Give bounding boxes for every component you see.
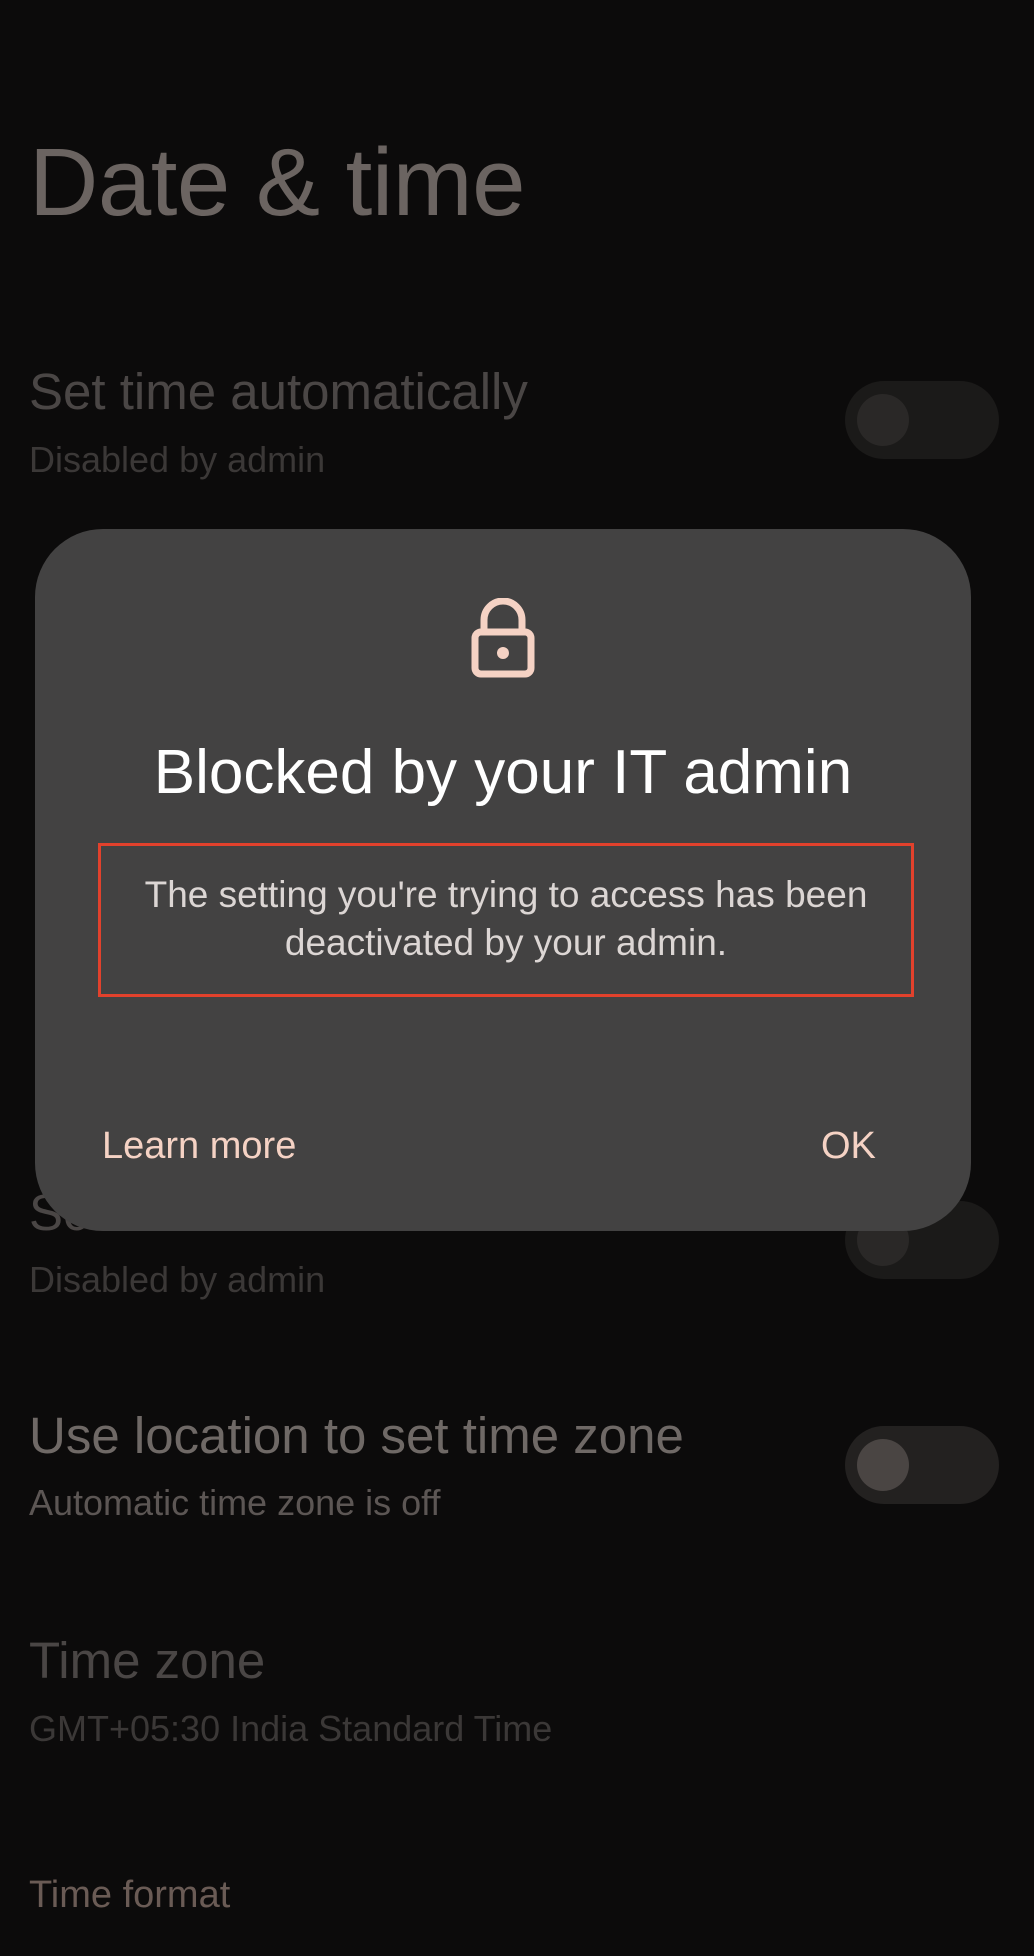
toggle-knob [857,394,909,446]
setting-title: Use location to set time zone [29,1407,684,1464]
date-time-settings-screen: Date & time Set time automatically Disab… [0,0,1034,1956]
setting-subtitle: Automatic time zone is off [29,1482,441,1523]
setting-title: Set time automatically [29,363,528,420]
dialog-title: Blocked by your IT admin [153,738,853,807]
setting-subtitle: Disabled by admin [29,439,326,480]
lock-icon [471,598,535,678]
learn-more-button[interactable]: Learn more [102,1120,296,1172]
time-format-section-header: Time format [29,1874,231,1916]
setting-subtitle: GMT+05:30 India Standard Time [29,1708,553,1749]
page-title: Date & time [29,129,526,236]
set-time-automatically-toggle[interactable] [845,381,999,459]
toggle-knob [857,1439,909,1491]
setting-subtitle: Disabled by admin [29,1259,326,1300]
dialog-message: The setting you're trying to access has … [144,874,868,963]
ok-button[interactable]: OK [821,1120,876,1172]
use-location-toggle[interactable] [845,1426,999,1504]
setting-title: Time zone [29,1632,266,1689]
